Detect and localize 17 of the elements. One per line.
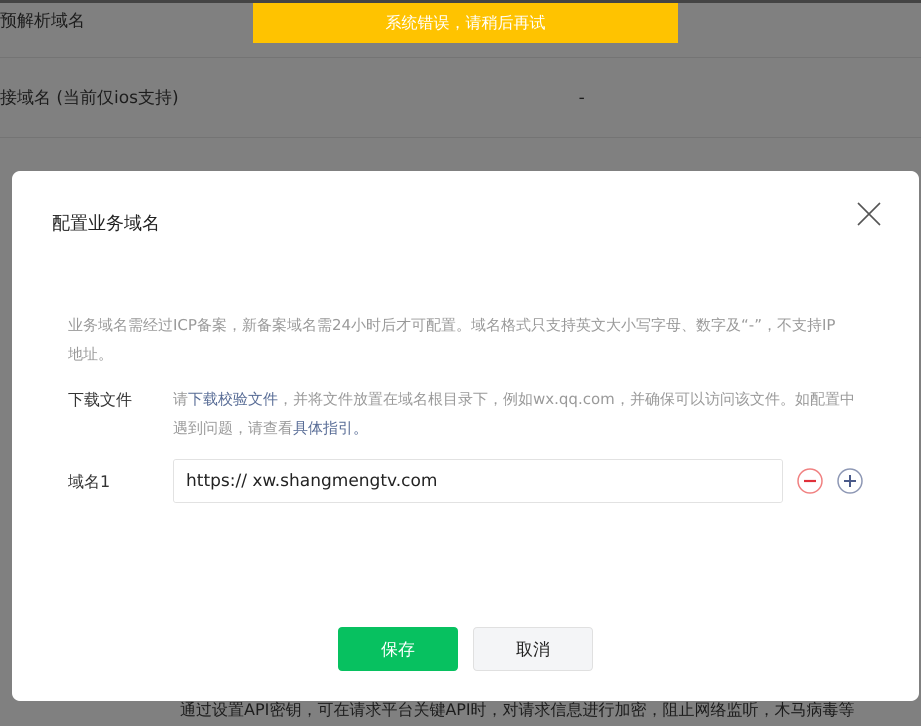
instruction-text: 请下载校验文件，并将文件放置在域名根目录下，例如wx.qq.com，并确保可以访问该文件。如配置中遇到问题，请查看具体指引。 [173, 389, 856, 439]
description-text: 业务域名需经过ICP备案，新备案域名需24小时后才可配置。域名格式只支持英文大小写字母、数字及“-”，不支持IP地址。 [68, 315, 836, 365]
row-label: 接域名 (当前仅ios支持) [0, 87, 179, 109]
field-label: 域名1 [68, 470, 112, 492]
link[interactable]: 下载校验文件 [188, 390, 278, 408]
plus-circle-icon[interactable] [837, 468, 863, 494]
error-toast: 系统错误，请稍后再试 [253, 3, 678, 43]
row-value: - [578, 88, 585, 108]
dialog-title: 配置业务域名 [52, 212, 160, 235]
close-icon[interactable] [857, 202, 881, 226]
minus-circle-icon[interactable] [797, 468, 823, 494]
description-text: 通过设置API密钥，可在请求平台关键API时，对请求信息进行加密，阻止网络监听，木马病毒等 [180, 700, 855, 721]
field-label: 下载文件 [68, 389, 133, 411]
domain-input[interactable]: https:// xw.shangmengtv.com [173, 459, 783, 503]
row-label: 预解析域名 [0, 10, 85, 32]
cancel-button[interactable]: 取消 [473, 627, 593, 671]
link[interactable]: 具体指引。 [293, 419, 368, 437]
